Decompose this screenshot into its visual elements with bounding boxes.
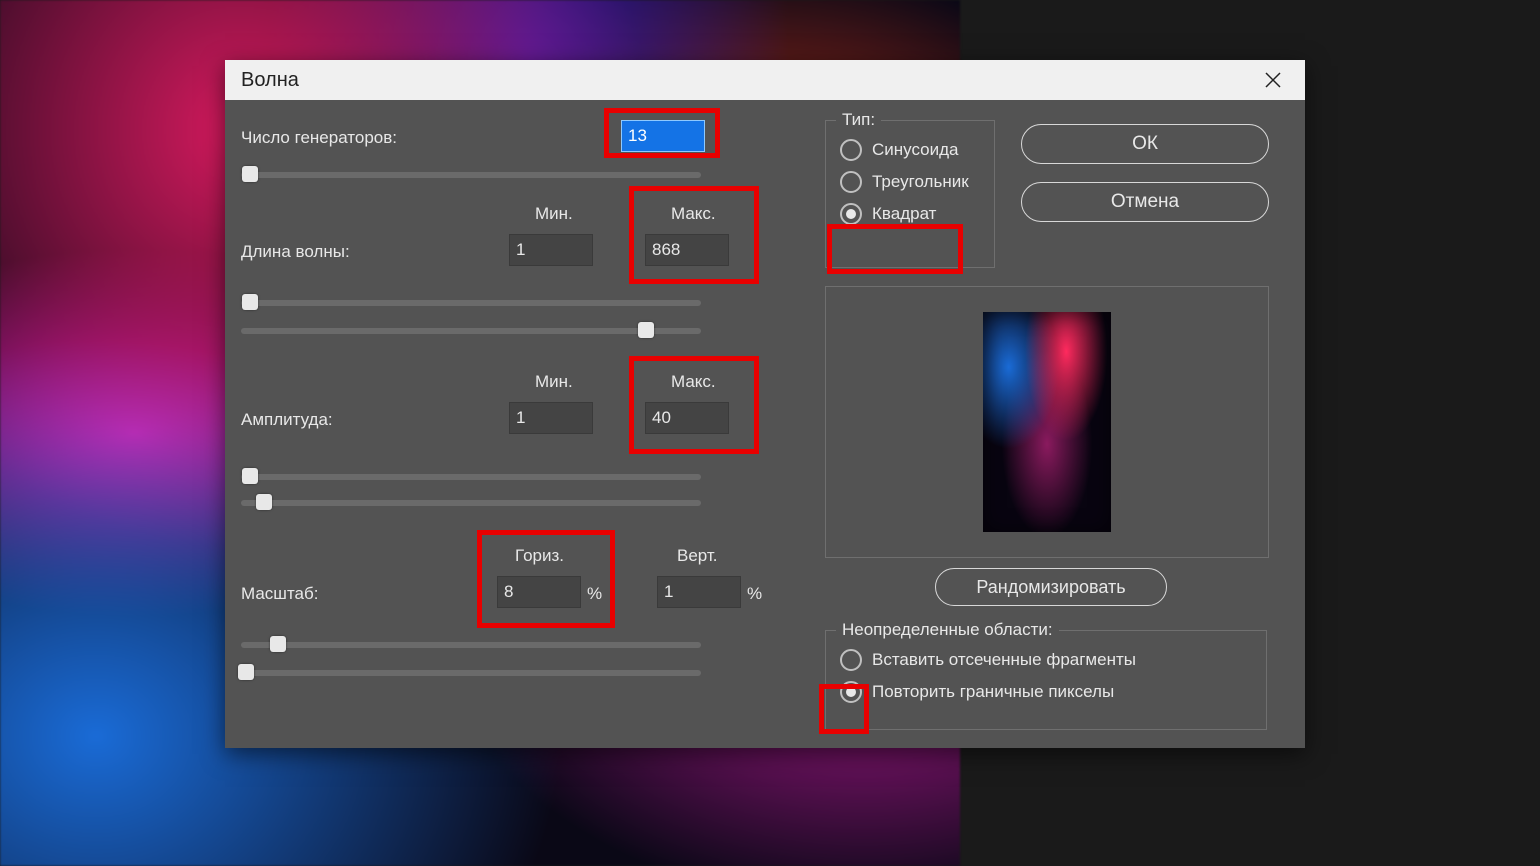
repeat-radio[interactable]: Повторить граничные пикселы <box>840 681 1252 703</box>
type-legend: Тип: <box>836 110 881 130</box>
preview-image <box>983 312 1111 532</box>
type-sine-radio[interactable]: Синусоида <box>840 139 980 161</box>
scale-vert-input[interactable]: 1 <box>657 576 741 608</box>
dialog-title: Волна <box>241 60 299 100</box>
wavelength-min-input[interactable]: 1 <box>509 234 593 266</box>
wavelength-min-slider[interactable] <box>241 300 701 306</box>
radio-icon <box>840 681 862 703</box>
wavelength-max-input[interactable]: 868 <box>645 234 729 266</box>
generators-input[interactable]: 13 <box>621 120 705 152</box>
amplitude-min-input[interactable]: 1 <box>509 402 593 434</box>
radio-icon <box>840 649 862 671</box>
cancel-button[interactable]: Отмена <box>1021 182 1269 222</box>
ok-button[interactable]: ОК <box>1021 124 1269 164</box>
scale-horiz-label: Гориз. <box>515 546 564 566</box>
amplitude-max-input[interactable]: 40 <box>645 402 729 434</box>
amplitude-min-label: Мин. <box>535 372 573 392</box>
generators-slider[interactable] <box>241 172 701 178</box>
scale-horiz-input[interactable]: 8 <box>497 576 581 608</box>
amplitude-max-label: Макс. <box>671 372 716 392</box>
wavelength-label: Длина волны: <box>241 242 350 262</box>
dialog-body: Число генераторов: 13 Мин. Макс. Длина в… <box>225 100 1305 748</box>
radio-icon <box>840 203 862 225</box>
scale-horiz-slider[interactable] <box>241 642 701 648</box>
scale-vert-slider[interactable] <box>241 670 701 676</box>
scale-vert-unit: % <box>747 584 762 604</box>
close-icon <box>1264 71 1282 89</box>
wavelength-min-label: Мин. <box>535 204 573 224</box>
preview-box <box>825 286 1269 558</box>
generators-label: Число генераторов: <box>241 128 397 148</box>
randomize-button[interactable]: Рандомизировать <box>935 568 1167 606</box>
type-triangle-radio[interactable]: Треугольник <box>840 171 980 193</box>
wavelength-max-slider[interactable] <box>241 328 701 334</box>
type-group: Тип: Синусоида Треугольник Квадрат <box>825 120 995 268</box>
scale-horiz-unit: % <box>587 584 602 604</box>
scale-label: Масштаб: <box>241 584 318 604</box>
wave-dialog: Волна Число генераторов: 13 Мин. Макс. Д… <box>225 60 1305 748</box>
radio-icon <box>840 171 862 193</box>
wrap-radio[interactable]: Вставить отсеченные фрагменты <box>840 649 1252 671</box>
undefined-areas-group: Неопределенные области: Вставить отсечен… <box>825 630 1267 730</box>
amplitude-min-slider[interactable] <box>241 474 701 480</box>
undefined-areas-legend: Неопределенные области: <box>836 620 1059 640</box>
amplitude-label: Амплитуда: <box>241 410 333 430</box>
amplitude-max-slider[interactable] <box>241 500 701 506</box>
wavelength-max-label: Макс. <box>671 204 716 224</box>
type-square-radio[interactable]: Квадрат <box>840 203 980 225</box>
radio-icon <box>840 139 862 161</box>
scale-vert-label: Верт. <box>677 546 718 566</box>
close-button[interactable] <box>1255 62 1291 98</box>
dialog-titlebar[interactable]: Волна <box>225 60 1305 100</box>
